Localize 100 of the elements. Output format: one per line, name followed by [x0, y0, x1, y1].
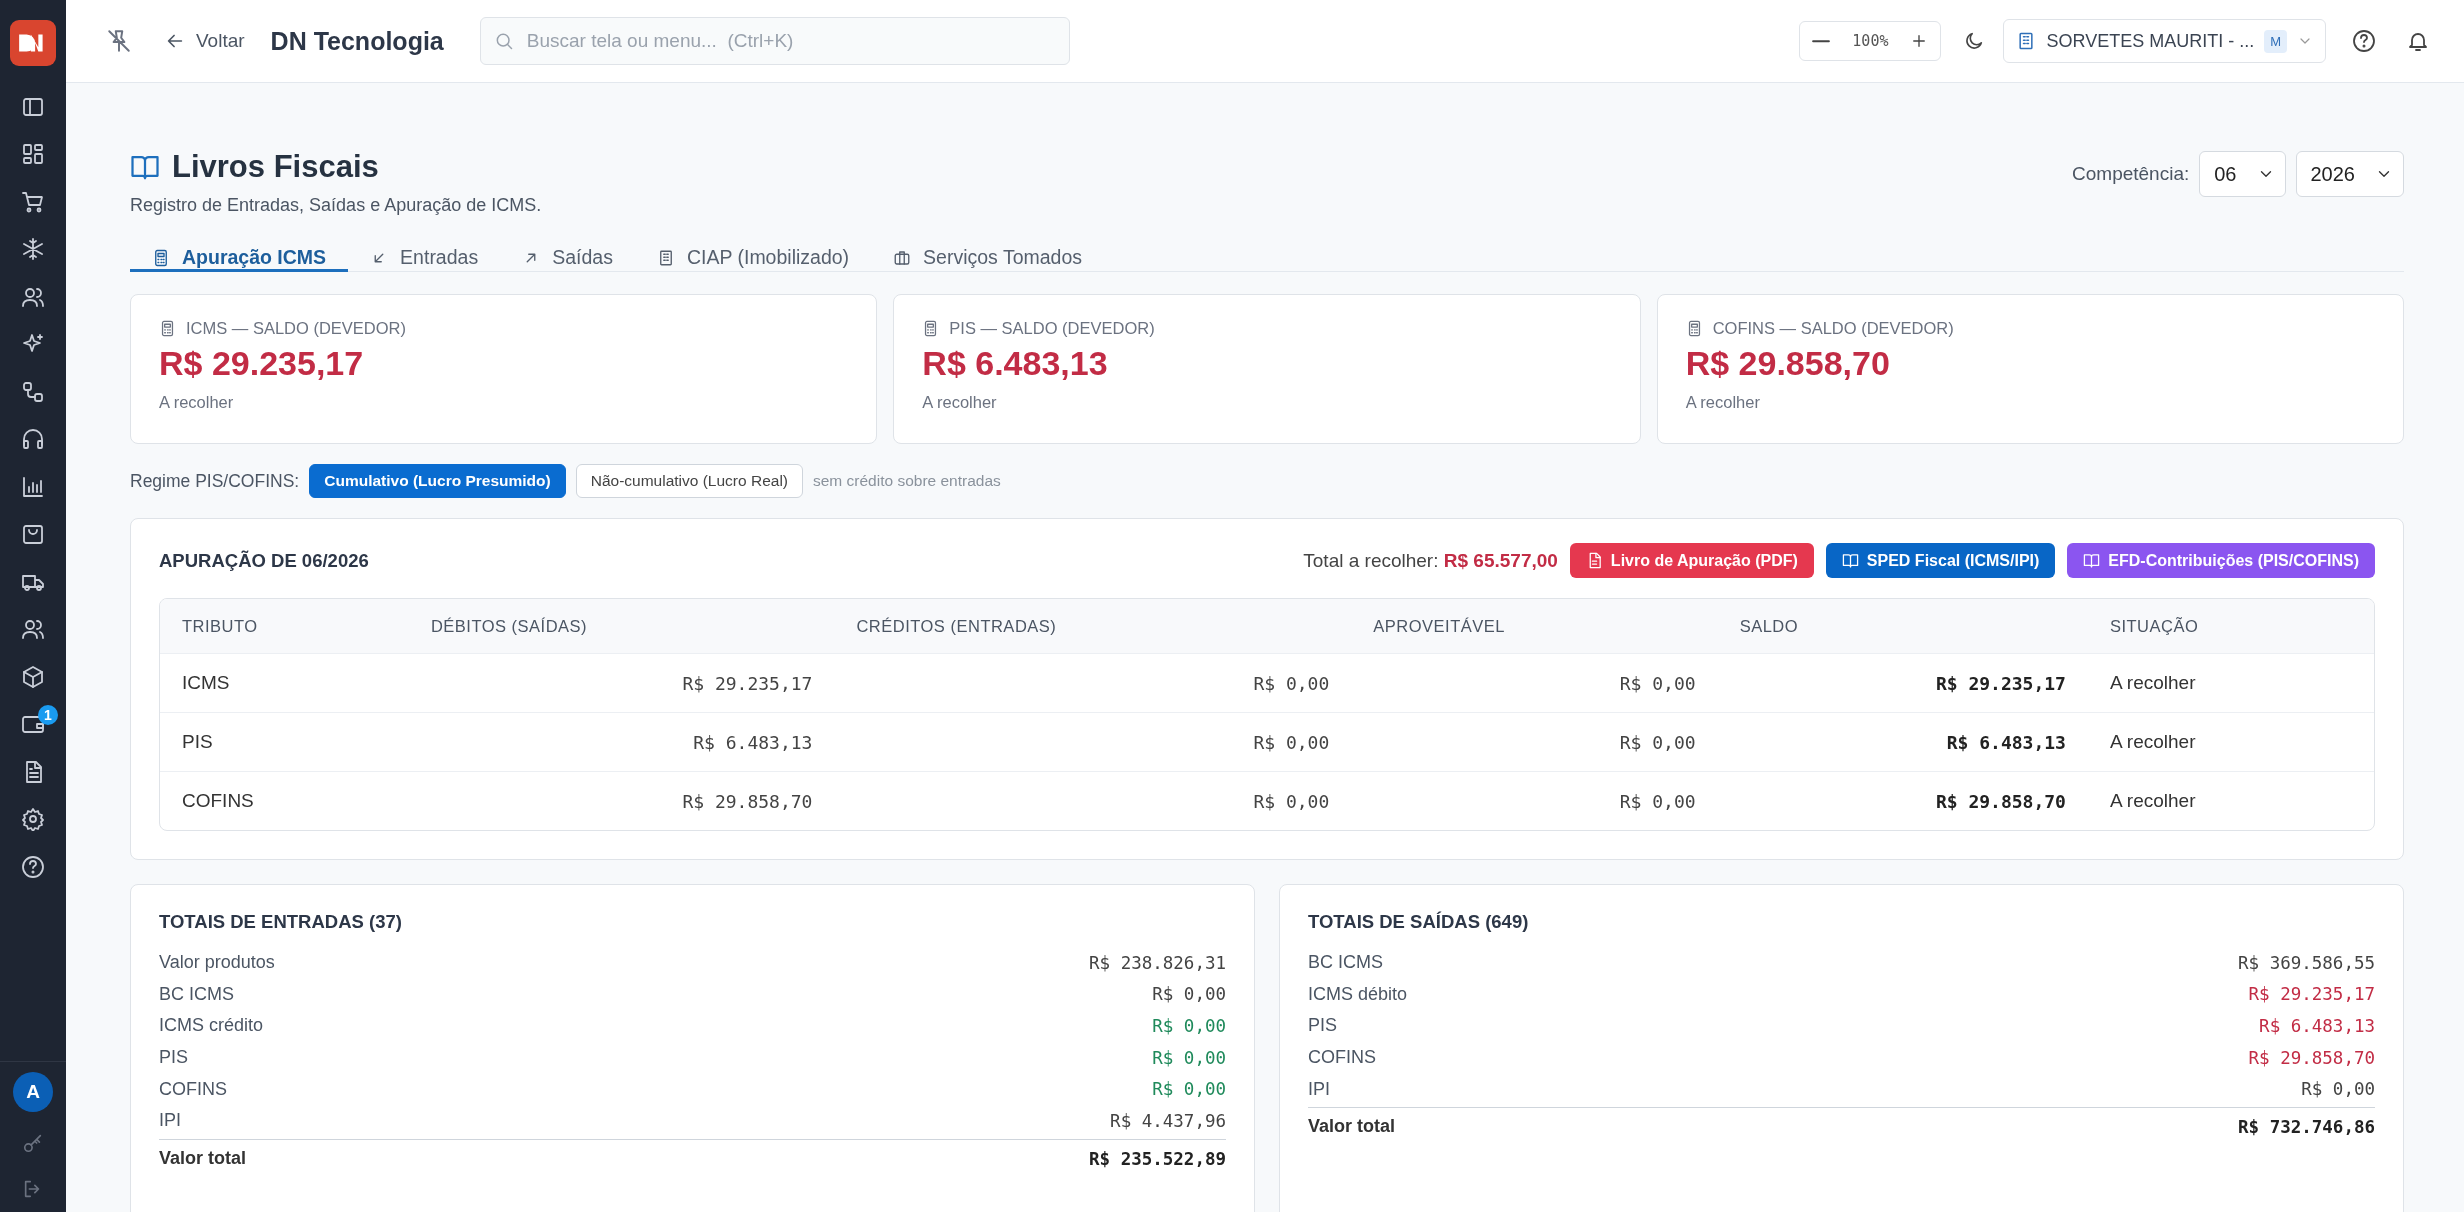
- briefcase-icon: [893, 248, 912, 267]
- card-note: A recolher: [922, 393, 998, 412]
- panel-title: TOTAIS DE ENTRADAS (37): [159, 911, 403, 933]
- company-selector-label: SORVETES MAURITI - ...: [2046, 30, 2255, 52]
- row-label: PIS: [1308, 1015, 1337, 1037]
- card-note: A recolher: [159, 393, 235, 412]
- minus-icon: [1812, 38, 1831, 44]
- table-cell-text: A recolher: [2108, 731, 2197, 753]
- card-value: R$ 6.483,13: [922, 344, 1109, 383]
- row-value: R$ 29.858,70: [2248, 1047, 2375, 1068]
- total-label: Valor total: [159, 1148, 247, 1170]
- pin-off-icon[interactable]: [106, 28, 132, 54]
- row-label: COFINS: [159, 1078, 227, 1100]
- table-cell-text: R$ 29.235,17: [1934, 672, 2067, 694]
- export-button[interactable]: Livro de Apuração (PDF): [1569, 543, 1814, 578]
- table-cell-text: ICMS: [181, 672, 231, 694]
- calculator-icon: [159, 320, 176, 337]
- tab[interactable]: Entradas: [348, 246, 501, 272]
- column-header: SITUAÇÃO: [2108, 616, 2200, 636]
- box-icon[interactable]: [21, 664, 45, 689]
- panel-title: TOTAIS DE SAÍDAS (649): [1308, 911, 1530, 933]
- month-select[interactable]: 06: [2199, 151, 2286, 197]
- row-value: R$ 238.826,31: [1089, 952, 1226, 973]
- table-cell-text: A recolher: [2108, 672, 2197, 694]
- cart-icon[interactable]: [21, 189, 45, 214]
- user-avatar[interactable]: A: [13, 1072, 53, 1112]
- help-icon: [2352, 29, 2376, 53]
- app-logo[interactable]: [10, 20, 56, 66]
- row-value: R$ 0,00: [1152, 1016, 1226, 1036]
- row-label: COFINS: [1308, 1047, 1376, 1069]
- row-label: BC ICMS: [159, 983, 234, 1005]
- row-value: R$ 369.586,55: [2238, 952, 2375, 973]
- book-icon: [1841, 552, 1859, 569]
- column-header: TRIBUTO: [181, 616, 259, 636]
- help-icon[interactable]: [21, 854, 45, 879]
- regime-option[interactable]: Não-cumulativo (Lucro Real): [575, 464, 803, 498]
- table-cell-text: R$ 29.858,70: [681, 790, 814, 812]
- zoom-level: 100%: [1852, 32, 1889, 50]
- table-cell-text: R$ 29.235,17: [681, 672, 814, 694]
- book-icon: [2083, 552, 2101, 569]
- column-header: SALDO: [1738, 616, 1800, 636]
- card-label: COFINS — SALDO (DEVEDOR): [1712, 319, 1954, 338]
- row-value: R$ 0,00: [1152, 984, 1226, 1005]
- row-label: ICMS débito: [1308, 983, 1408, 1005]
- back-button[interactable]: Voltar: [160, 26, 249, 56]
- key-icon[interactable]: [22, 1132, 44, 1154]
- period-label: Competência:: [2072, 163, 2190, 185]
- table-cell-text: R$ 6.483,13: [1945, 731, 2067, 753]
- company-name: DN Tecnologia: [270, 26, 444, 56]
- headphones-icon[interactable]: [21, 427, 45, 452]
- table-cell-text: R$ 0,00: [1618, 790, 1697, 812]
- bar-chart-icon[interactable]: [21, 474, 45, 499]
- row-label: Valor produtos: [159, 952, 275, 974]
- bag-icon[interactable]: [21, 522, 45, 547]
- search-field[interactable]: Buscar tela ou menu... (Ctrl+K): [479, 17, 1070, 65]
- tab[interactable]: Serviços Tomados: [871, 246, 1105, 272]
- row-value: R$ 29.235,17: [2248, 984, 2375, 1005]
- total-to-pay: Total a recolher: R$ 65.577,00: [1303, 549, 1558, 572]
- row-value: R$ 0,00: [1152, 1047, 1226, 1068]
- table-cell-text: R$ 0,00: [1252, 672, 1331, 694]
- notification-badge: 1: [38, 704, 58, 725]
- row-label: IPI: [159, 1110, 181, 1132]
- card-label: PIS — SALDO (DEVEDOR): [949, 319, 1155, 338]
- table-cell-text: PIS: [181, 731, 214, 753]
- snowflake-icon[interactable]: [21, 237, 45, 262]
- workflow-icon[interactable]: [21, 379, 45, 404]
- total-label: Valor total: [1308, 1116, 1396, 1138]
- column-header: DÉBITOS (SAÍDAS): [429, 616, 589, 636]
- tab[interactable]: CIAP (Imobilizado): [634, 246, 872, 272]
- card-label: ICMS — SALDO (DEVEDOR): [186, 319, 407, 338]
- table-cell-text: R$ 6.483,13: [692, 731, 814, 753]
- row-value: R$ 0,00: [1152, 1079, 1226, 1100]
- total-value: R$ 235.522,89: [1089, 1148, 1226, 1169]
- total-value: R$ 732.746,86: [2238, 1116, 2375, 1137]
- regime-label: Regime PIS/COFINS:: [130, 470, 300, 492]
- column-header: APROVEITÁVEL: [1372, 616, 1506, 636]
- row-label: ICMS crédito: [159, 1015, 264, 1037]
- table-cell-text: COFINS: [181, 790, 255, 812]
- table-cell-text: R$ 0,00: [1252, 790, 1331, 812]
- company-selector[interactable]: SORVETES MAURITI - ... M: [2003, 19, 2326, 63]
- table-cell-text: A recolher: [2108, 790, 2197, 812]
- export-button[interactable]: EFD-Contribuições (PIS/COFINS): [2067, 543, 2375, 578]
- tab[interactable]: Apuração ICMS: [130, 246, 349, 272]
- calculator-icon: [152, 248, 170, 267]
- year-select[interactable]: 2026: [2295, 151, 2404, 197]
- export-button[interactable]: SPED Fiscal (ICMS/IPI): [1825, 543, 2056, 578]
- row-value: R$ 0,00: [2301, 1079, 2375, 1100]
- regime-note: sem crédito sobre entradas: [813, 472, 1001, 490]
- row-value: R$ 4.437,96: [1110, 1110, 1226, 1131]
- card-value: R$ 29.235,17: [159, 344, 365, 383]
- users-icon[interactable]: [21, 617, 45, 642]
- card-note: A recolher: [1685, 393, 1761, 412]
- row-value: R$ 6.483,13: [2259, 1016, 2375, 1036]
- table-cell-text: R$ 0,00: [1618, 672, 1697, 694]
- dashboard-icon[interactable]: [21, 142, 45, 167]
- tab[interactable]: Saídas: [500, 246, 635, 272]
- settings-icon[interactable]: [21, 807, 45, 832]
- table-cell-text: R$ 29.858,70: [1934, 790, 2067, 812]
- row-label: IPI: [1308, 1078, 1330, 1100]
- regime-option[interactable]: Cumulativo (Lucro Presumido): [309, 464, 566, 498]
